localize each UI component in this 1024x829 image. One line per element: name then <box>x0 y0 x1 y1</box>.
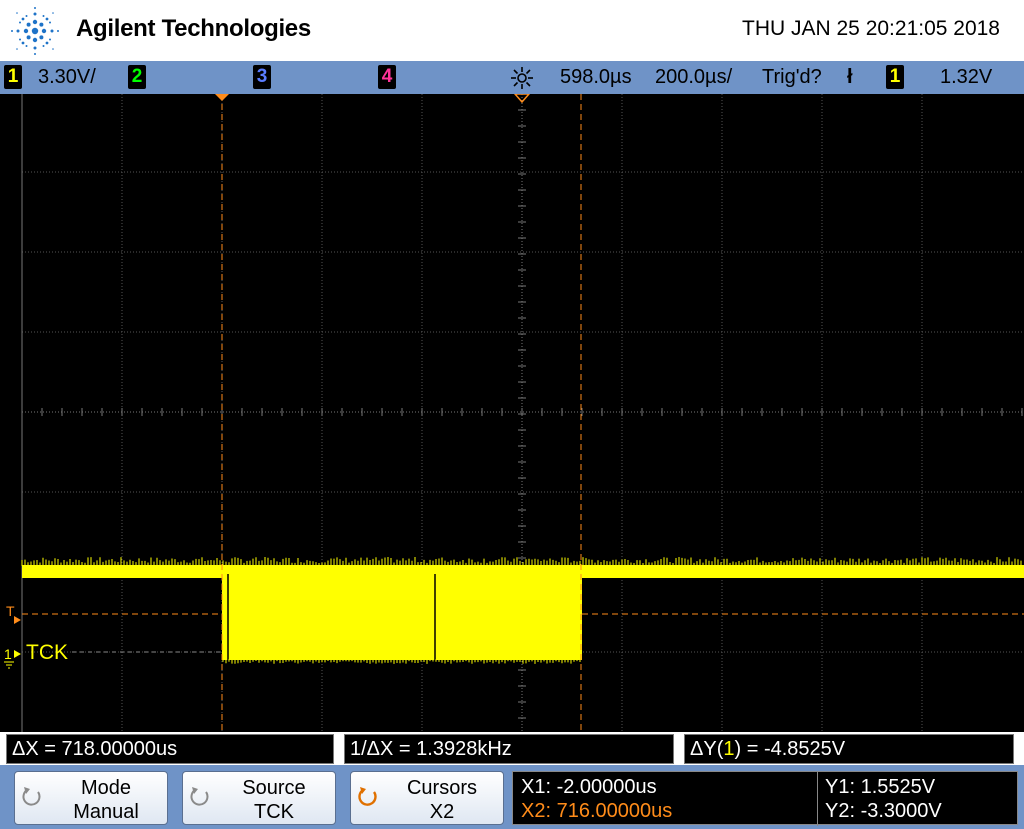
channel-1-waveform <box>21 557 1024 664</box>
channel-1-indicator[interactable]: 1 <box>4 65 22 89</box>
trigger-level: 1.32V <box>940 66 993 88</box>
delta-y-readout: ΔY(1) = -4.8525V <box>684 734 1014 764</box>
mode-softkey[interactable]: Mode Manual <box>14 771 168 825</box>
ground-marker: 1 <box>4 646 12 662</box>
channel-3-indicator[interactable]: 3 <box>253 65 271 89</box>
ground-arrow-icon[interactable] <box>14 650 21 658</box>
softkey-bar: Mode Manual Source TCK Cursors X2 X1: -2… <box>0 765 1024 829</box>
status-bar: 1 3.30V/ 2 3 4 598.0µs 200.0µs/ Trig'd? … <box>0 61 1024 94</box>
cursor-readout-panel: X1: -2.00000us X2: 716.00000us Y1: 1.552… <box>512 771 1018 826</box>
rotate-knob-active-icon <box>358 787 377 806</box>
cursor-x1-value: X1: -2.00000us <box>521 776 657 798</box>
channel-4-indicator[interactable]: 4 <box>378 65 396 89</box>
mode-label: Mode <box>80 777 132 799</box>
cursor-y2-value: Y2: -3.3000V <box>825 800 942 822</box>
channel-2-indicator[interactable]: 2 <box>128 65 146 89</box>
trigger-status: Trig'd? <box>762 66 822 88</box>
delta-x-readout: ΔX = 718.00000us <box>6 734 334 764</box>
trigger-level-arrow-icon[interactable] <box>14 616 21 624</box>
date-time-display: THU JAN 25 20:21:05 2018 <box>742 17 1000 40</box>
timebase-scale: 200.0µs/ <box>655 66 733 88</box>
delta-y-prefix: ΔY( <box>690 738 724 760</box>
delta-y-value: ) = -4.8525V <box>734 738 846 760</box>
mode-value: Manual <box>73 801 139 823</box>
agilent-spark-logo-icon <box>11 7 59 55</box>
channel-label: TCK <box>26 641 68 664</box>
brand-name: Agilent Technologies <box>76 15 311 42</box>
cursors-label: Cursors <box>406 777 477 799</box>
cursor-x1-marker-icon[interactable] <box>215 94 229 101</box>
waveform-display[interactable]: T 1 TCK <box>0 94 1024 732</box>
waveform-graticule: T 1 TCK <box>4 94 1024 732</box>
horizontal-delay: 598.0µs <box>560 66 632 88</box>
cursor-x2-value: X2: 716.00000us <box>521 800 673 822</box>
trigger-level-marker: T <box>6 603 15 619</box>
rotate-knob-icon <box>190 787 209 806</box>
source-label: Source <box>242 777 306 799</box>
delta-y-channel: 1 <box>723 738 735 760</box>
source-softkey[interactable]: Source TCK <box>182 771 336 825</box>
source-value: TCK <box>254 801 294 823</box>
cursors-softkey[interactable]: Cursors X2 <box>350 771 504 825</box>
header-bar: Agilent Technologies THU JAN 25 20:21:05… <box>0 0 1024 60</box>
cursor-y1-value: Y1: 1.5525V <box>825 776 936 798</box>
trigger-slope-icon: ł <box>847 66 853 88</box>
cursors-value: X2 <box>429 801 455 823</box>
rotate-knob-icon <box>22 787 41 806</box>
inverse-delta-x-readout: 1/ΔX = 1.3928kHz <box>344 734 674 764</box>
delay-knob-icon <box>511 67 533 89</box>
trigger-source-indicator[interactable]: 1 <box>886 65 904 89</box>
channel-1-scale: 3.30V/ <box>38 66 96 88</box>
